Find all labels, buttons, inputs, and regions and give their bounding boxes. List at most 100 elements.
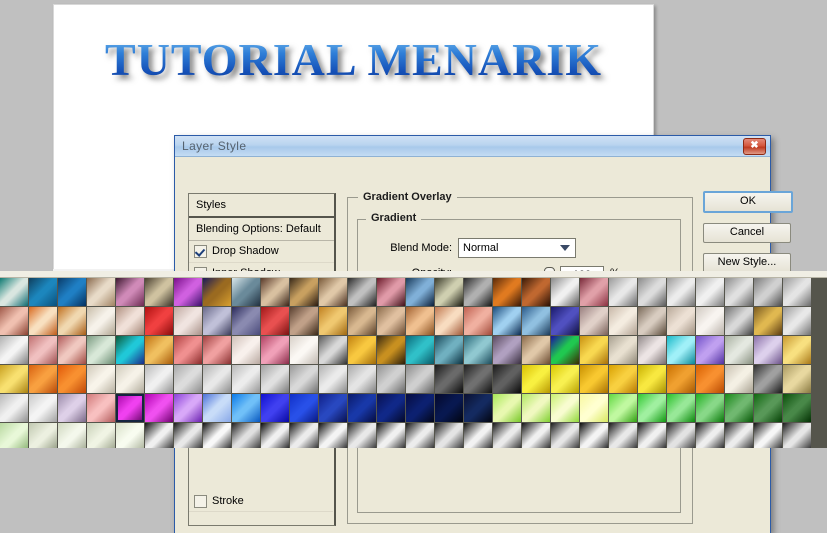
- gradient-swatch[interactable]: [638, 336, 666, 364]
- gradient-swatch[interactable]: [464, 365, 492, 393]
- gradient-swatch[interactable]: [87, 423, 115, 448]
- styles-list-header[interactable]: Styles: [189, 194, 334, 218]
- gradient-swatch[interactable]: [290, 307, 318, 335]
- gradient-swatch[interactable]: [493, 423, 521, 448]
- gradient-swatch[interactable]: [261, 423, 289, 448]
- gradient-swatch[interactable]: [725, 278, 753, 306]
- gradient-swatch[interactable]: [145, 336, 173, 364]
- gradient-swatch[interactable]: [522, 423, 550, 448]
- cancel-button[interactable]: Cancel: [703, 223, 791, 243]
- gradient-swatch[interactable]: [609, 278, 637, 306]
- gradient-swatch[interactable]: [261, 307, 289, 335]
- gradient-swatch[interactable]: [522, 307, 550, 335]
- gradient-swatch[interactable]: [667, 278, 695, 306]
- gradient-swatch[interactable]: [232, 365, 260, 393]
- gradient-swatch[interactable]: [609, 307, 637, 335]
- gradient-swatch[interactable]: [493, 336, 521, 364]
- gradient-swatch[interactable]: [522, 365, 550, 393]
- gradient-swatch[interactable]: [406, 278, 434, 306]
- gradient-swatch[interactable]: [754, 278, 782, 306]
- gradient-swatch[interactable]: [725, 365, 753, 393]
- gradient-swatch[interactable]: [58, 336, 86, 364]
- gradient-swatch[interactable]: [0, 423, 28, 448]
- gradient-swatch[interactable]: [58, 307, 86, 335]
- gradient-swatch[interactable]: [667, 307, 695, 335]
- gradient-swatch[interactable]: [87, 307, 115, 335]
- gradient-swatch[interactable]: [551, 278, 579, 306]
- gradient-swatch[interactable]: [261, 278, 289, 306]
- gradient-swatch[interactable]: [116, 394, 144, 422]
- gradient-swatch[interactable]: [0, 394, 28, 422]
- gradient-swatch[interactable]: [638, 307, 666, 335]
- gradient-swatch[interactable]: [58, 365, 86, 393]
- gradient-swatch[interactable]: [377, 278, 405, 306]
- gradient-swatch[interactable]: [145, 423, 173, 448]
- gradient-swatch[interactable]: [406, 394, 434, 422]
- gradient-swatch[interactable]: [232, 394, 260, 422]
- gradient-swatch[interactable]: [580, 423, 608, 448]
- gradient-swatch[interactable]: [435, 423, 463, 448]
- gradient-swatch[interactable]: [58, 278, 86, 306]
- gradient-swatch[interactable]: [725, 394, 753, 422]
- gradient-swatch[interactable]: [406, 423, 434, 448]
- gradient-swatch[interactable]: [116, 336, 144, 364]
- gradient-swatch[interactable]: [638, 423, 666, 448]
- gradient-swatch[interactable]: [87, 336, 115, 364]
- gradient-swatch[interactable]: [464, 394, 492, 422]
- gradient-swatch[interactable]: [493, 365, 521, 393]
- gradient-swatch[interactable]: [667, 336, 695, 364]
- gradient-swatch[interactable]: [435, 394, 463, 422]
- gradient-swatch[interactable]: [348, 278, 376, 306]
- gradient-swatch[interactable]: [29, 278, 57, 306]
- gradient-swatch[interactable]: [290, 394, 318, 422]
- gradient-swatch[interactable]: [319, 365, 347, 393]
- gradient-swatch[interactable]: [58, 394, 86, 422]
- gradient-swatch[interactable]: [580, 307, 608, 335]
- gradient-swatch[interactable]: [667, 423, 695, 448]
- gradient-swatch[interactable]: [638, 394, 666, 422]
- gradient-swatch[interactable]: [696, 307, 724, 335]
- gradient-swatch[interactable]: [406, 336, 434, 364]
- gradient-swatch[interactable]: [754, 336, 782, 364]
- gradient-swatch[interactable]: [261, 394, 289, 422]
- gradient-swatch[interactable]: [145, 365, 173, 393]
- gradient-swatch[interactable]: [580, 365, 608, 393]
- gradient-swatch-grid[interactable]: [0, 278, 827, 448]
- blend-mode-select[interactable]: Normal: [458, 238, 576, 258]
- gradient-swatch[interactable]: [783, 336, 811, 364]
- gradient-swatch[interactable]: [754, 307, 782, 335]
- gradient-swatch[interactable]: [0, 278, 28, 306]
- gradient-swatch[interactable]: [609, 423, 637, 448]
- gradient-swatch[interactable]: [29, 336, 57, 364]
- gradient-swatch[interactable]: [435, 278, 463, 306]
- gradient-swatch[interactable]: [551, 307, 579, 335]
- gradient-swatch[interactable]: [406, 365, 434, 393]
- gradient-swatch[interactable]: [232, 336, 260, 364]
- gradient-swatch[interactable]: [609, 336, 637, 364]
- gradient-swatch[interactable]: [783, 394, 811, 422]
- gradient-swatch[interactable]: [29, 307, 57, 335]
- gradient-swatch[interactable]: [319, 423, 347, 448]
- gradient-swatch[interactable]: [580, 336, 608, 364]
- effect-row-stroke[interactable]: Stroke: [189, 491, 333, 512]
- gradient-swatch[interactable]: [464, 307, 492, 335]
- new-style-button[interactable]: New Style...: [703, 253, 791, 273]
- gradient-swatch[interactable]: [696, 394, 724, 422]
- gradient-swatch[interactable]: [464, 336, 492, 364]
- gradient-swatch[interactable]: [667, 394, 695, 422]
- gradient-swatch[interactable]: [725, 307, 753, 335]
- gradient-swatch[interactable]: [290, 278, 318, 306]
- gradient-swatch[interactable]: [203, 394, 231, 422]
- gradient-swatch[interactable]: [725, 423, 753, 448]
- drop-shadow-checkbox[interactable]: [194, 245, 207, 258]
- gradient-swatch[interactable]: [174, 336, 202, 364]
- gradient-swatch[interactable]: [580, 278, 608, 306]
- gradient-swatch[interactable]: [493, 394, 521, 422]
- gradient-swatch[interactable]: [203, 307, 231, 335]
- gradient-swatch[interactable]: [145, 278, 173, 306]
- gradient-swatch[interactable]: [174, 365, 202, 393]
- gradient-swatch[interactable]: [377, 307, 405, 335]
- gradient-swatch[interactable]: [377, 423, 405, 448]
- gradient-swatch[interactable]: [609, 365, 637, 393]
- gradient-swatch[interactable]: [725, 336, 753, 364]
